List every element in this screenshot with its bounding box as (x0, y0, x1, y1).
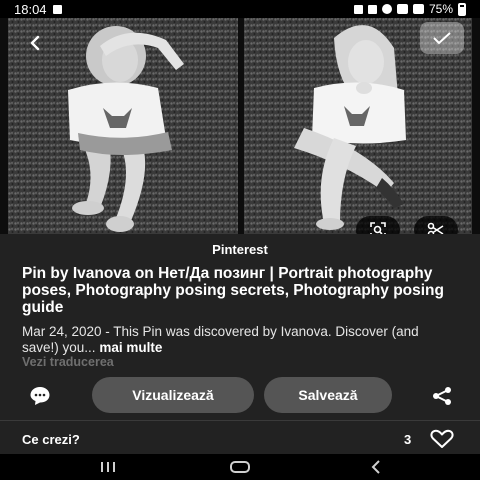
share-button[interactable] (428, 385, 456, 407)
source-label[interactable]: Pinterest (0, 242, 480, 257)
battery-icon (458, 2, 466, 16)
status-bar: 18:04 75% (0, 0, 480, 18)
battery-percent: 75% (428, 2, 453, 16)
home-icon (230, 461, 250, 473)
comment-prompt[interactable]: Ce crezi? (22, 432, 80, 447)
save-button[interactable]: Salvează (264, 377, 392, 413)
home-button[interactable] (220, 458, 260, 476)
comment-button[interactable] (26, 385, 54, 407)
like-button[interactable] (428, 429, 456, 449)
like-count: 3 (404, 432, 412, 447)
status-time: 18:04 (14, 1, 47, 17)
heart-icon (430, 429, 454, 448)
pin-image-area[interactable] (0, 18, 480, 244)
action-row: Vizualizează Salvează (0, 377, 480, 413)
nfc-icon (381, 4, 392, 14)
status-left: 18:04 (14, 2, 62, 17)
wifi-icon (396, 4, 408, 14)
mute-icon (367, 4, 377, 14)
divider (0, 420, 480, 421)
view-button[interactable]: Vizualizează (92, 377, 254, 413)
image-notification-icon (52, 4, 62, 14)
translate-link[interactable]: Vezi traducerea (22, 355, 114, 369)
share-icon (433, 387, 451, 405)
status-right: 75% (353, 2, 466, 16)
nav-back-button[interactable] (356, 458, 396, 476)
pin-description: Mar 24, 2020 - This Pin was discovered b… (22, 324, 442, 356)
pin-title: Pin by Ivanova on Нет/Да позинг | Portra… (22, 265, 444, 316)
back-icon (371, 460, 380, 474)
check-icon (433, 32, 451, 45)
chevron-left-icon (30, 35, 40, 51)
select-button[interactable] (420, 22, 464, 54)
recents-icon (101, 462, 115, 472)
description-text: Mar 24, 2020 - This Pin was discovered b… (22, 324, 419, 355)
back-button[interactable] (18, 26, 52, 60)
recents-button[interactable] (88, 458, 128, 476)
comment-bubble-icon (30, 387, 50, 405)
more-link[interactable]: mai multe (99, 340, 162, 355)
notification-icon (353, 4, 363, 14)
system-nav-bar (0, 454, 480, 480)
pin-info-panel: Pinterest Pin by Ivanova on Нет/Да позин… (0, 234, 480, 454)
signal-icon (412, 4, 424, 14)
